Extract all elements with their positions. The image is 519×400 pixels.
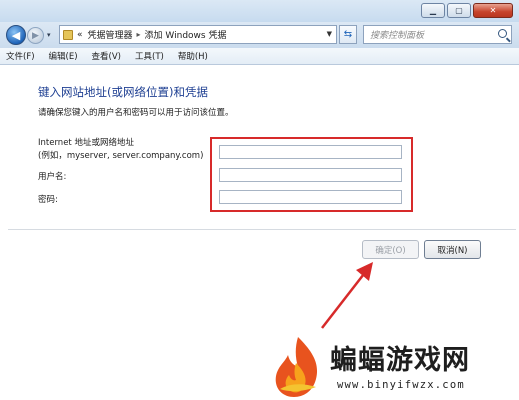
- watermark-url: www.binyifwzx.com: [337, 379, 465, 391]
- watermark-flame-logo: [275, 337, 318, 397]
- watermark-name: 蝙蝠游戏网: [330, 345, 470, 376]
- add-windows-credential-window: ▁ ▢ ✕ ◀ ▶ ▾ « 凭据管理器 ▸ 添加 Windows 凭据 ▼ ⇆ …: [0, 0, 519, 400]
